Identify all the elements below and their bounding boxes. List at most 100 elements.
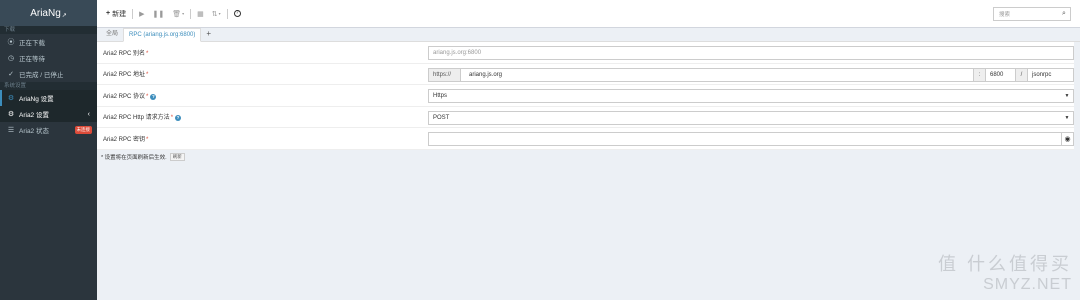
required-mark: *: [146, 93, 149, 100]
reload-button[interactable]: 刷新: [169, 152, 185, 161]
plus-icon: +: [106, 10, 111, 17]
new-task-label: 新建: [112, 10, 127, 18]
question-circle-icon: ?: [233, 10, 241, 17]
toolbar-divider: [190, 8, 192, 19]
brand-suffix: ↗: [61, 13, 67, 19]
play-circle-icon: ⦿: [7, 39, 15, 46]
sidebar-item-label: Aria2 设置: [19, 112, 49, 119]
add-rpc-tab-button[interactable]: +: [201, 28, 216, 41]
sidebar-item-downloading[interactable]: ⦿ 正在下载: [0, 34, 97, 50]
sidebar-item-ariang-settings[interactable]: ⚙ AriaNg 设置: [0, 90, 97, 106]
rpc-settings-form: Aria2 RPC 别名* ariang.js.org:6800 Aria2 R…: [97, 42, 1074, 150]
label-text: Aria2 RPC 协议: [103, 93, 146, 100]
rpc-alias-label: Aria2 RPC 别名*: [97, 48, 428, 57]
path-separator: /: [1016, 68, 1028, 81]
rpc-secret-input[interactable]: ◉: [428, 132, 1074, 146]
path-value: jsonrpc: [1032, 71, 1052, 78]
brand-name: AriaNg: [30, 7, 61, 19]
required-mark: *: [170, 115, 174, 122]
select-all-button[interactable]: ▦: [193, 7, 208, 21]
toolbar: + 新建 ▶ ❚❚ 🗑 ▾ ▦ ⇅ ▾ ? 搜索 ⌕: [97, 0, 1080, 28]
gears-icon: ⚙: [7, 111, 15, 118]
sidebar-item-waiting[interactable]: ◷ 正在等待: [0, 50, 97, 66]
main-content: 全局 RPC (ariang.js.org:6800) + Aria2 RPC …: [97, 28, 1080, 300]
search-icon[interactable]: ⌕: [1058, 10, 1070, 18]
tab-global[interactable]: 全局: [101, 28, 123, 41]
rpc-protocol-select[interactable]: Https ▼: [428, 89, 1074, 103]
rpc-secret-row: Aria2 RPC 密钥* ◉: [97, 128, 1074, 150]
rpc-address-group: https:// ariang.js.org : 6800 / jsonrpc: [428, 67, 1074, 82]
gear-icon: ⚙: [7, 95, 15, 102]
label-text: Aria2 RPC 密钥: [103, 136, 146, 143]
rpc-method-select[interactable]: POST ▼: [428, 110, 1074, 125]
help-icon[interactable]: ?: [175, 115, 182, 122]
sort-icon: ⇅: [211, 10, 218, 18]
pause-button[interactable]: ❚❚: [148, 7, 168, 21]
required-mark: *: [146, 50, 149, 57]
port-separator-text: :: [978, 71, 981, 78]
list-icon: ☰: [7, 127, 15, 134]
caret-down-icon: ▼: [1064, 114, 1070, 121]
watermark-line2: SMYZ.NET: [983, 276, 1072, 293]
rpc-protocol-label: Aria2 RPC 协议*?: [97, 91, 428, 100]
tab-rpc[interactable]: RPC (ariang.js.org:6800): [123, 28, 202, 42]
rpc-address-label: Aria2 RPC 地址*: [97, 69, 428, 78]
app: AriaNg ↗ 下载 ⦿ 正在下载 ◷ 正在等待 ✓ 已完成 / 已停止 系统设…: [0, 0, 1080, 300]
label-text: Aria2 RPC Http 请求方法: [103, 115, 170, 122]
section-header-download: 下载: [0, 26, 97, 34]
rpc-method-row: Aria2 RPC Http 请求方法*? POST ▼: [97, 107, 1074, 128]
sidebar: AriaNg ↗ 下载 ⦿ 正在下载 ◷ 正在等待 ✓ 已完成 / 已停止 系统设…: [0, 0, 97, 300]
sidebar-item-label: 已完成 / 已停止: [19, 72, 64, 79]
rpc-protocol-value: Https: [433, 93, 448, 99]
play-icon: ▶: [139, 10, 145, 18]
rpc-alias-row: Aria2 RPC 别名* ariang.js.org:6800: [97, 42, 1074, 64]
rpc-method-label: Aria2 RPC Http 请求方法*?: [97, 112, 428, 122]
protocol-value: https://: [433, 71, 452, 78]
rpc-alias-input[interactable]: ariang.js.org:6800: [428, 46, 1074, 60]
help-icon[interactable]: ?: [150, 93, 157, 100]
settings-note: * 设置将在页面刷新后生效. 刷新: [97, 150, 1080, 164]
watermark-line1: 值 什么值得买: [937, 254, 1072, 274]
rpc-protocol-row: Aria2 RPC 协议*? Https ▼: [97, 85, 1074, 107]
caret-down-icon: ▾: [182, 11, 185, 16]
rpc-method-value: POST: [433, 114, 450, 121]
sidebar-item-label: Aria2 状态: [19, 128, 49, 135]
caret-down-icon: ▾: [218, 11, 221, 16]
search-box[interactable]: 搜索 ⌕: [993, 7, 1071, 21]
watermark: 值 什么值得买 SMYZ.NET: [938, 250, 1072, 294]
port-separator: :: [974, 68, 986, 81]
note-text: * 设置将在页面刷新后生效.: [101, 154, 167, 161]
label-text: Aria2 RPC 地址: [103, 72, 146, 79]
eye-icon[interactable]: ◉: [1061, 133, 1073, 145]
sidebar-item-aria2-status[interactable]: ☰ Aria2 状态 未连接: [0, 122, 97, 138]
settings-tabs: 全局 RPC (ariang.js.org:6800) +: [97, 28, 1080, 42]
about-button[interactable]: ?: [230, 7, 245, 21]
rpc-host-input[interactable]: ariang.js.org: [461, 68, 974, 81]
delete-button[interactable]: 🗑 ▾: [168, 7, 188, 21]
host-value: ariang.js.org: [469, 71, 503, 78]
sidebar-item-label: AriaNg 设置: [19, 96, 54, 103]
section-header-settings: 系统设置: [0, 82, 97, 90]
required-mark: *: [146, 136, 149, 143]
chevron-left-icon: ‹: [87, 110, 90, 118]
search-input[interactable]: 搜索: [994, 10, 1058, 18]
path-separator-text: /: [1020, 71, 1023, 78]
status-badge: 未连接: [74, 126, 92, 134]
sidebar-item-aria2-settings[interactable]: ⚙ Aria2 设置 ‹: [0, 106, 97, 122]
label-text: Aria2 RPC 别名: [103, 50, 146, 57]
rpc-address-row: Aria2 RPC 地址* https:// ariang.js.org : 6…: [97, 64, 1074, 85]
rpc-protocol-dropdown[interactable]: https://: [429, 68, 461, 81]
start-button[interactable]: ▶: [135, 7, 148, 21]
toolbar-divider: [132, 8, 134, 19]
sidebar-item-stopped[interactable]: ✓ 已完成 / 已停止: [0, 66, 97, 82]
rpc-alias-placeholder: ariang.js.org:6800: [433, 50, 482, 56]
new-task-button[interactable]: + 新建: [102, 7, 130, 21]
brand-logo[interactable]: AriaNg ↗: [0, 0, 97, 26]
rpc-port-input[interactable]: 6800: [986, 68, 1016, 81]
rpc-secret-label: Aria2 RPC 密钥*: [97, 134, 428, 143]
trash-icon: 🗑: [172, 10, 182, 18]
sort-button[interactable]: ⇅ ▾: [208, 7, 225, 21]
grid-icon: ▦: [197, 10, 204, 18]
rpc-path-input[interactable]: jsonrpc: [1028, 69, 1073, 81]
sidebar-item-label: 正在等待: [19, 56, 45, 63]
